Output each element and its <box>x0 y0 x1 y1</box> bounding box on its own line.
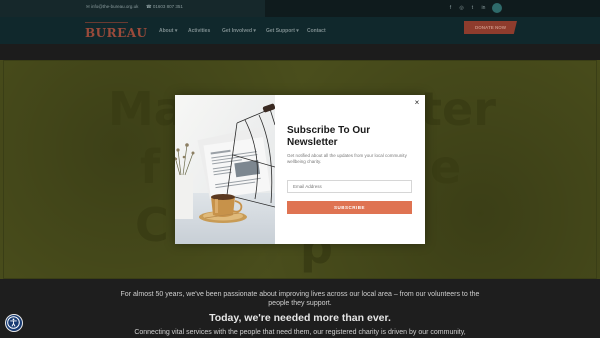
nav-item-about[interactable]: About ▾ <box>159 28 177 34</box>
subscribe-button[interactable]: SUBSCRIBE <box>287 201 412 214</box>
search-icon[interactable] <box>492 3 502 13</box>
intro-paragraph-2: Connecting vital services with the peopl… <box>134 329 466 336</box>
hero-heading-fragment: C <box>135 198 169 252</box>
site-logo[interactable]: BUREAU <box>85 26 148 40</box>
facebook-icon[interactable]: f <box>447 5 454 12</box>
donate-button[interactable]: DONATE NOW <box>464 21 517 34</box>
accessibility-button[interactable] <box>5 314 23 332</box>
nav-item-activities[interactable]: Activities <box>188 28 210 34</box>
phone-link[interactable]: ☎ 01603 807 351 <box>146 4 183 10</box>
close-icon[interactable]: × <box>412 98 422 108</box>
newsletter-modal: × Subscribe To Our Newsletter Get notifi… <box>175 95 425 244</box>
hero-heading-fragment: Ma <box>108 82 185 136</box>
intro-paragraph: For almost 50 years, we've been passiona… <box>120 291 480 307</box>
nav-item-get-involved[interactable]: Get Involved ▾ <box>222 28 256 34</box>
accessibility-icon <box>7 316 20 329</box>
modal-description: Get notified about all the updates from … <box>287 153 407 165</box>
email-link[interactable]: ✉ info@the-bureau.org.uk <box>86 4 138 10</box>
twitter-icon[interactable]: t <box>469 5 476 12</box>
modal-title: Subscribe To Our Newsletter <box>287 125 371 148</box>
newsletter-photo <box>175 95 275 244</box>
instagram-icon[interactable]: ◎ <box>458 5 465 12</box>
nav-item-get-support[interactable]: Get Support ▾ <box>266 28 299 34</box>
hero-heading-fragment: e <box>430 140 462 194</box>
hero-heading-fragment: f <box>140 140 161 194</box>
hero-heading-fragment: ter <box>420 82 496 136</box>
email-field[interactable] <box>287 180 412 193</box>
nav-item-contact[interactable]: Contact <box>307 28 326 34</box>
logo-decoration <box>85 22 128 23</box>
coffee-photo-illustration <box>175 95 275 244</box>
section-heading: Today, we're needed more than ever. <box>209 312 391 324</box>
linkedin-icon[interactable]: in <box>480 5 487 12</box>
